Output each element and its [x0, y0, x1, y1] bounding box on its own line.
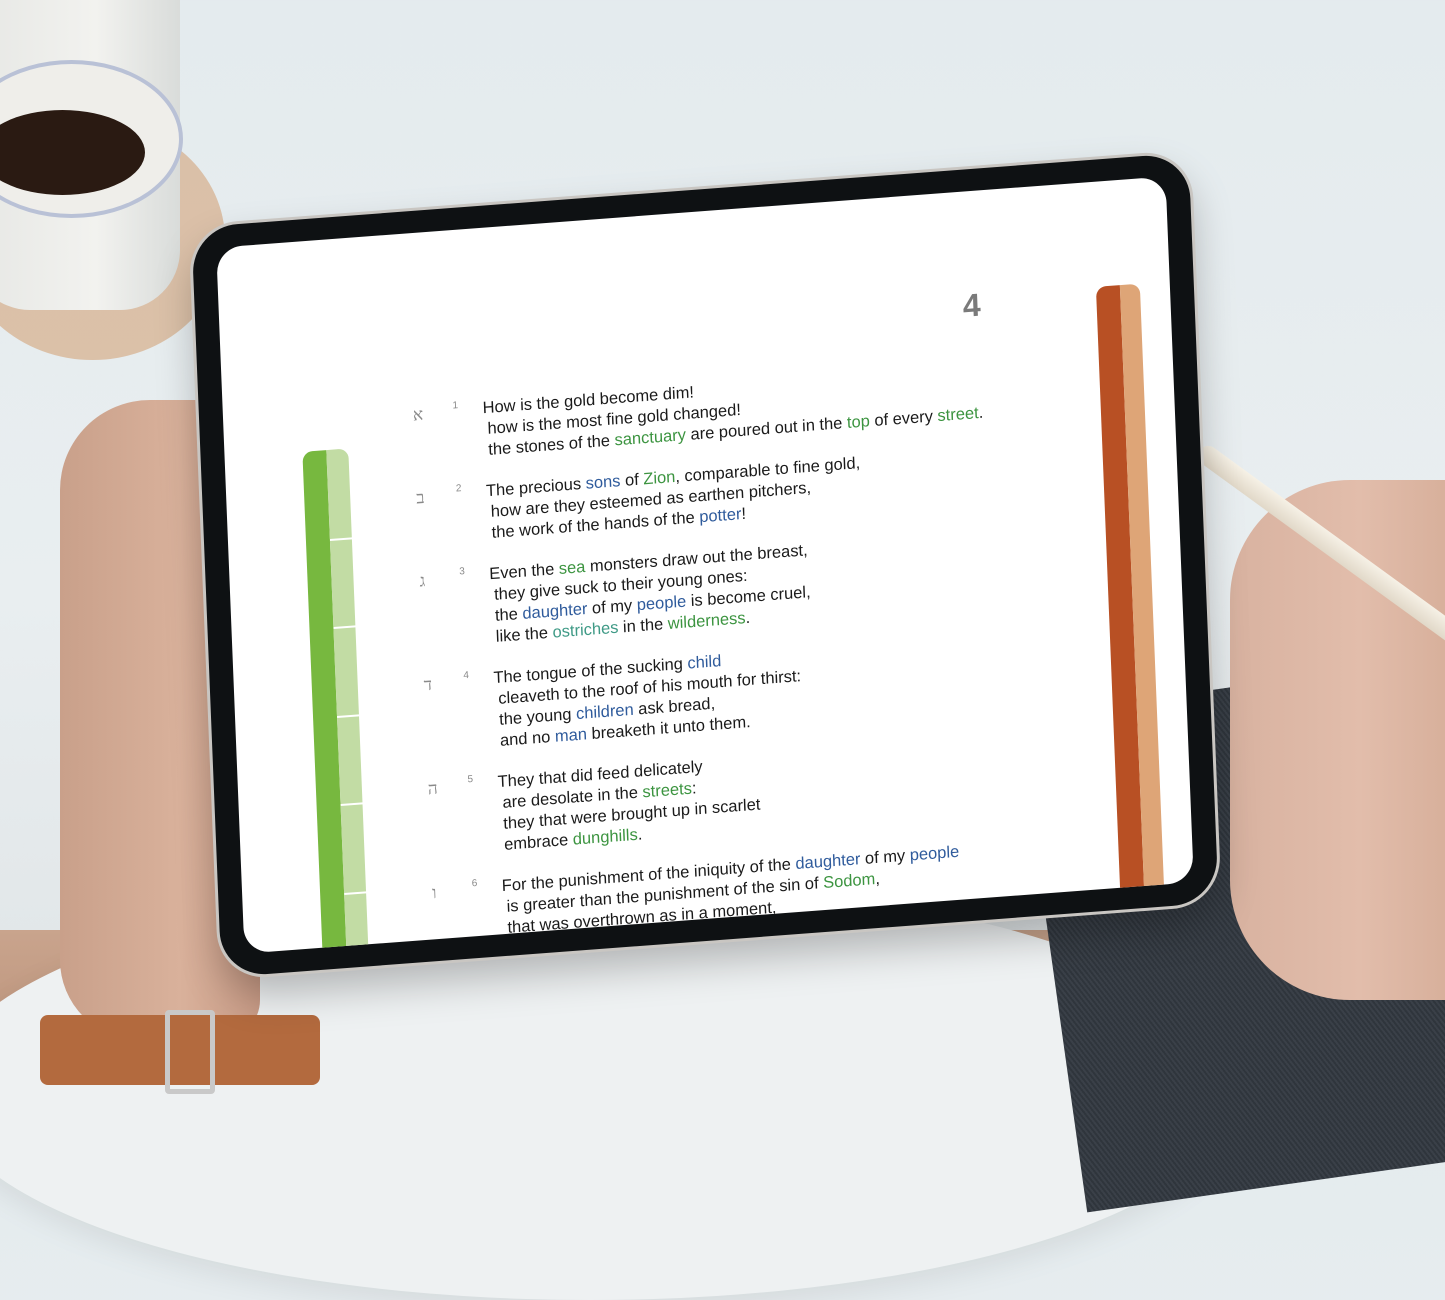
verse-number: 2: [455, 483, 462, 495]
hebrew-letter: ד: [423, 674, 433, 696]
hebrew-letter: ב: [415, 487, 425, 509]
highlighted-word[interactable]: child: [687, 652, 722, 673]
highlighted-word[interactable]: Zion: [643, 468, 676, 488]
text-segment: the: [494, 604, 523, 625]
text-segment: and no: [499, 727, 556, 750]
watch-buckle: [165, 1010, 215, 1094]
text-segment: .: [745, 608, 751, 628]
text-segment: .: [637, 825, 643, 844]
tablet: 4 א 1 How is the gold become dim! how is th…: [191, 152, 1219, 978]
highlighted-word[interactable]: sea: [558, 558, 585, 578]
highlighted-word[interactable]: daughter: [795, 850, 861, 873]
text-segment: embrace: [503, 830, 574, 854]
text-segment: :: [691, 779, 697, 798]
tablet-screen[interactable]: 4 א 1 How is the gold become dim! how is th…: [216, 176, 1194, 954]
highlighted-word[interactable]: streets: [642, 780, 692, 802]
text-segment: of every: [869, 407, 938, 431]
hebrew-letter: ה: [427, 778, 439, 800]
hebrew-letter: ו: [431, 883, 437, 904]
highlighted-word[interactable]: wilderness: [667, 609, 745, 633]
text-segment: in the: [618, 614, 669, 637]
chapter-tab[interactable]: [329, 538, 356, 628]
highlighted-word[interactable]: children: [576, 701, 634, 723]
highlighted-word[interactable]: man: [555, 725, 588, 745]
chapter-tab[interactable]: [326, 448, 352, 539]
highlighted-word[interactable]: ostriches: [552, 619, 619, 642]
text-segment: of my: [587, 596, 638, 618]
highlighted-word[interactable]: potter: [699, 505, 742, 526]
text-segment: of: [620, 470, 644, 491]
left-chapter-rail: [302, 448, 373, 954]
verse-number: 3: [459, 566, 465, 578]
hebrew-letter: ג: [419, 571, 426, 592]
highlighted-word[interactable]: top: [847, 412, 871, 432]
highlighted-word[interactable]: sons: [585, 472, 620, 493]
text-segment: .: [978, 403, 984, 423]
verse-number: 4: [463, 670, 470, 682]
verse-number: 6: [471, 877, 478, 890]
hebrew-letter: א: [412, 404, 424, 426]
text-segment: like the: [495, 623, 553, 646]
verse-number: 1: [452, 400, 459, 412]
highlighted-word[interactable]: Sodom: [823, 870, 876, 892]
right-chapter-rail: [1095, 283, 1166, 927]
chapter-tab[interactable]: [333, 627, 359, 716]
highlighted-word[interactable]: street: [937, 404, 979, 425]
highlighted-word[interactable]: daughter: [522, 600, 588, 623]
text-segment: of my: [860, 846, 911, 869]
verse-number: 5: [467, 773, 474, 786]
page-number: 4: [962, 286, 982, 324]
highlighted-word[interactable]: people: [636, 593, 686, 615]
highlighted-word[interactable]: dunghills: [572, 826, 638, 849]
chapter-tab[interactable]: [337, 716, 363, 805]
text-segment: !: [741, 504, 747, 524]
verse-list: א 1 How is the gold become dim! how is the …: [412, 355, 1078, 953]
chapter-tab[interactable]: [344, 893, 370, 954]
chapter-tab[interactable]: [340, 804, 367, 893]
text-segment: ,: [874, 869, 881, 889]
highlighted-word[interactable]: sanctuary: [614, 426, 686, 449]
highlighted-word[interactable]: people: [909, 843, 959, 865]
